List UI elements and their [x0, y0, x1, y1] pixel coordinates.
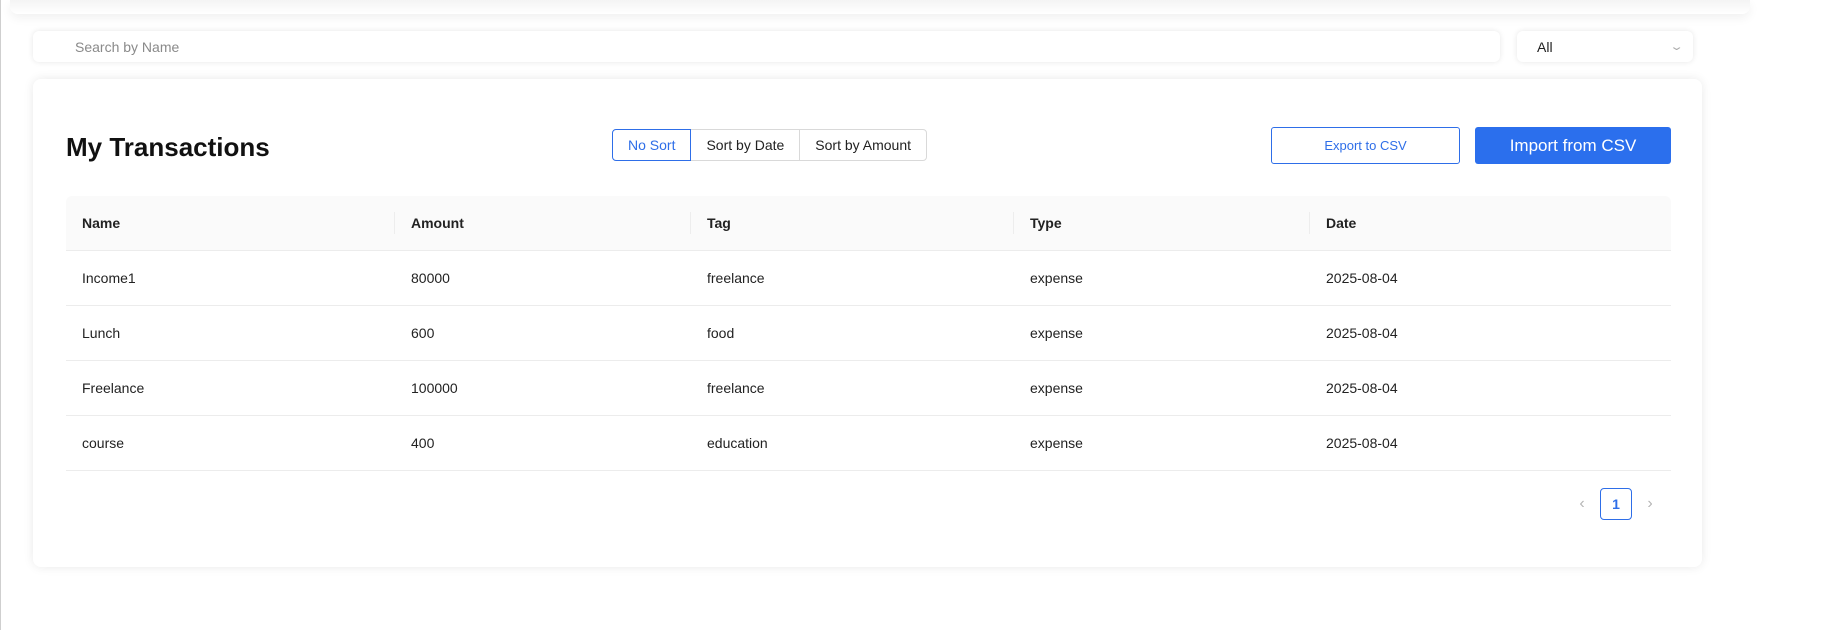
- cell-date: 2025-08-04: [1326, 270, 1398, 286]
- filter-selected-value: All: [1537, 38, 1553, 55]
- cell-amount: 600: [411, 325, 435, 341]
- no-sort-button[interactable]: No Sort: [612, 129, 692, 161]
- cell-date: 2025-08-04: [1326, 380, 1398, 396]
- sort-by-date-button[interactable]: Sort by Date: [690, 129, 801, 161]
- type-filter-select[interactable]: All ⌄: [1517, 31, 1693, 62]
- export-csv-button[interactable]: Export to CSV: [1271, 127, 1460, 164]
- cell-date: 2025-08-04: [1326, 435, 1398, 451]
- top-panel-edge: [10, 0, 1750, 14]
- import-csv-button[interactable]: Import from CSV: [1475, 127, 1671, 164]
- transactions-table: Name Amount Tag Type Date Income1 80000 …: [66, 196, 1671, 471]
- chevron-right-icon[interactable]: ›: [1634, 488, 1666, 520]
- sort-toggle-group: No Sort Sort by Date Sort by Amount: [612, 129, 928, 161]
- cell-type: expense: [1030, 380, 1083, 396]
- transactions-card: My Transactions No Sort Sort by Date Sor…: [33, 79, 1702, 567]
- table-row[interactable]: Income1 80000 freelance expense 2025-08-…: [66, 251, 1671, 306]
- table-row[interactable]: Freelance 100000 freelance expense 2025-…: [66, 361, 1671, 416]
- column-header-amount[interactable]: Amount: [395, 196, 691, 250]
- table-row[interactable]: Lunch 600 food expense 2025-08-04: [66, 306, 1671, 361]
- column-header-type[interactable]: Type: [1014, 196, 1310, 250]
- page: All ⌄ My Transactions No Sort Sort by Da…: [0, 0, 1839, 630]
- cell-type: expense: [1030, 435, 1083, 451]
- chevron-down-icon: ⌄: [1669, 41, 1684, 53]
- chevron-left-icon[interactable]: ‹: [1566, 488, 1598, 520]
- cell-type: expense: [1030, 270, 1083, 286]
- search-bar: [33, 31, 1500, 62]
- cell-amount: 400: [411, 435, 435, 451]
- cell-amount: 100000: [411, 380, 458, 396]
- cell-date: 2025-08-04: [1326, 325, 1398, 341]
- column-header-tag[interactable]: Tag: [691, 196, 1014, 250]
- cell-type: expense: [1030, 325, 1083, 341]
- cell-tag: freelance: [707, 270, 765, 286]
- column-header-name[interactable]: Name: [66, 196, 395, 250]
- table-header: Name Amount Tag Type Date: [66, 196, 1671, 251]
- table-row[interactable]: course 400 education expense 2025-08-04: [66, 416, 1671, 471]
- cell-amount: 80000: [411, 270, 450, 286]
- window-edge: [0, 0, 1, 630]
- sort-by-amount-button[interactable]: Sort by Amount: [799, 129, 928, 161]
- page-1-button[interactable]: 1: [1600, 488, 1632, 520]
- cell-name: course: [82, 435, 125, 451]
- search-input[interactable]: [73, 37, 1500, 56]
- cell-name: Lunch: [82, 325, 121, 341]
- column-header-date[interactable]: Date: [1310, 196, 1671, 250]
- cell-name: Freelance: [82, 380, 145, 396]
- cell-tag: freelance: [707, 380, 765, 396]
- cell-tag: food: [707, 325, 735, 341]
- cell-name: Income1: [82, 270, 136, 286]
- pagination: ‹ 1 ›: [1566, 488, 1666, 520]
- page-title: My Transactions: [66, 132, 270, 162]
- cell-tag: education: [707, 435, 768, 451]
